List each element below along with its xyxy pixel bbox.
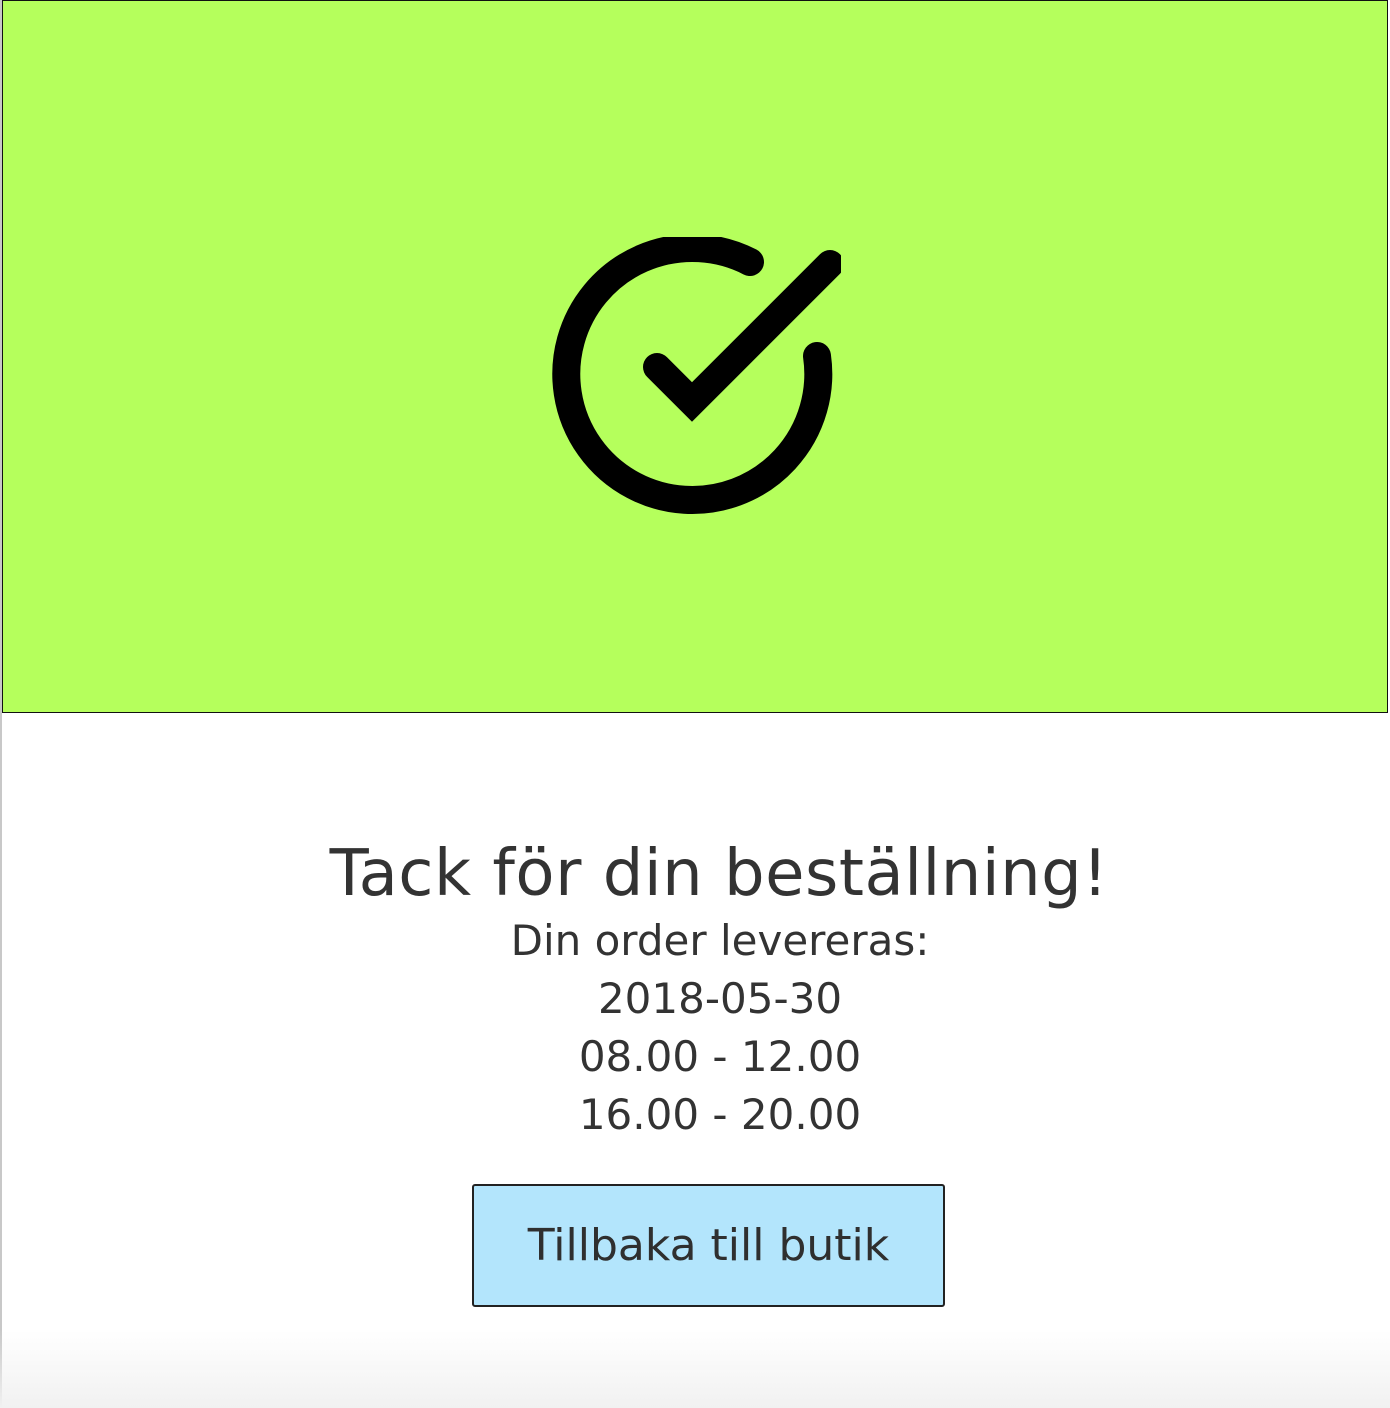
time-slot: 16.00 - 20.00	[578, 1090, 862, 1139]
delivery-date: 2018-05-30	[597, 974, 843, 1023]
back-to-shop-button[interactable]: Tillbaka till butik	[472, 1184, 945, 1307]
time-slot: 08.00 - 12.00	[578, 1032, 862, 1081]
confirmation-section: Tack för din beställning! Din order leve…	[0, 836, 1390, 1144]
delivery-info: Din order levereras: 2018-05-30 08.00 - …	[50, 912, 1390, 1144]
check-circle-icon	[552, 237, 841, 514]
bottom-shadow	[0, 1330, 1390, 1408]
page-title: Tack för din beställning!	[329, 837, 1109, 911]
success-banner	[2, 0, 1388, 713]
delivery-label: Din order levereras:	[510, 916, 930, 965]
